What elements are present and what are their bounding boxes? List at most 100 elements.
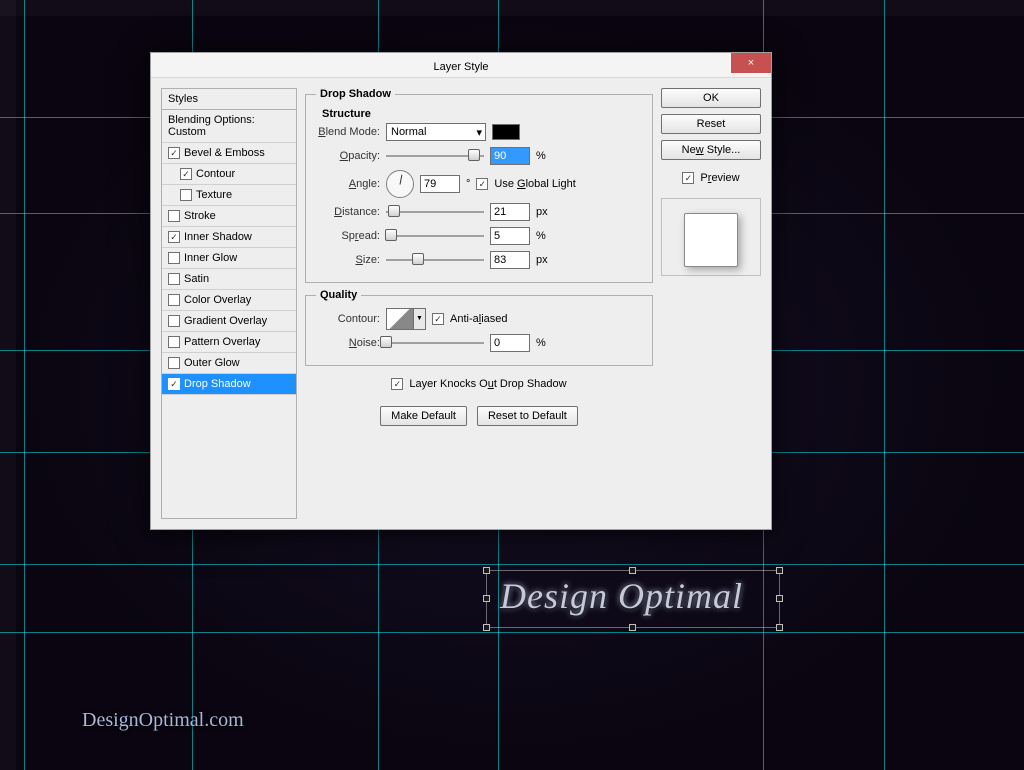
transform-handle[interactable] — [629, 624, 636, 631]
style-item-label: Pattern Overlay — [184, 336, 260, 348]
opacity-label: Opacity: — [316, 150, 380, 162]
new-style-button[interactable]: New Style... — [661, 140, 761, 160]
angle-input[interactable]: 79 — [420, 175, 460, 193]
distance-label: Distance: — [316, 206, 380, 218]
ok-button[interactable]: OK — [661, 88, 761, 108]
ruler-top — [0, 0, 1024, 16]
noise-label: Noise: — [316, 337, 380, 349]
noise-input[interactable]: 0 — [490, 334, 530, 352]
style-item-stroke[interactable]: Stroke — [162, 206, 296, 227]
guide-line[interactable] — [884, 0, 885, 770]
style-item-checkbox[interactable] — [168, 273, 180, 285]
shadow-color-swatch[interactable] — [492, 124, 520, 140]
preview-label: Preview — [700, 172, 739, 184]
guide-line[interactable] — [0, 632, 1024, 633]
preview-swatch — [684, 213, 738, 267]
angle-label: Angle: — [316, 178, 380, 190]
style-item-label: Bevel & Emboss — [184, 147, 265, 159]
chevron-down-icon: ▼ — [414, 308, 426, 330]
spread-input[interactable]: 5 — [490, 227, 530, 245]
style-item-checkbox[interactable] — [168, 357, 180, 369]
style-item-inner-shadow[interactable]: Inner Shadow — [162, 227, 296, 248]
layer-knocks-out-checkbox[interactable] — [391, 378, 403, 390]
guide-line[interactable] — [24, 0, 25, 770]
style-item-label: Color Overlay — [184, 294, 251, 306]
transform-bounds[interactable] — [486, 570, 780, 628]
style-item-label: Stroke — [184, 210, 216, 222]
style-item-inner-glow[interactable]: Inner Glow — [162, 248, 296, 269]
style-item-checkbox[interactable] — [168, 147, 180, 159]
style-item-checkbox[interactable] — [168, 294, 180, 306]
transform-handle[interactable] — [483, 624, 490, 631]
style-item-label: Texture — [196, 189, 232, 201]
close-icon: × — [748, 57, 754, 69]
style-item-pattern-overlay[interactable]: Pattern Overlay — [162, 332, 296, 353]
distance-input[interactable]: 21 — [490, 203, 530, 221]
style-item-checkbox[interactable] — [168, 210, 180, 222]
style-item-label: Contour — [196, 168, 235, 180]
transform-handle[interactable] — [483, 567, 490, 574]
style-item-checkbox[interactable] — [168, 336, 180, 348]
quality-legend: Quality — [316, 289, 361, 301]
size-unit: px — [536, 254, 548, 266]
style-item-label: Satin — [184, 273, 209, 285]
blend-mode-dropdown[interactable]: Normal — [386, 123, 486, 141]
close-button[interactable]: × — [731, 53, 771, 73]
style-item-label: Inner Shadow — [184, 231, 252, 243]
quality-group: Quality Contour: ▼ Anti-aliased Noise: 0… — [305, 289, 653, 366]
opacity-input[interactable]: 90 — [490, 147, 530, 165]
preview-checkbox[interactable] — [682, 172, 694, 184]
style-item-contour[interactable]: Contour — [162, 164, 296, 185]
layer-style-dialog: Layer Style × Styles Blending Options: C… — [150, 52, 772, 530]
blend-mode-label: Blend Mode: — [316, 126, 380, 138]
noise-unit: % — [536, 337, 546, 349]
reset-button[interactable]: Reset — [661, 114, 761, 134]
transform-handle[interactable] — [629, 567, 636, 574]
make-default-button[interactable]: Make Default — [380, 406, 467, 426]
style-item-checkbox[interactable] — [180, 168, 192, 180]
angle-dial[interactable] — [386, 170, 414, 198]
dialog-title: Layer Style — [433, 61, 488, 73]
size-label: Size: — [316, 254, 380, 266]
size-slider[interactable] — [386, 253, 484, 267]
style-item-bevel-emboss[interactable]: Bevel & Emboss — [162, 143, 296, 164]
layer-knocks-out-label: Layer Knocks Out Drop Shadow — [409, 378, 566, 390]
titlebar[interactable]: Layer Style × — [151, 53, 771, 78]
transform-handle[interactable] — [776, 624, 783, 631]
transform-handle[interactable] — [776, 567, 783, 574]
settings-panel: Drop Shadow Structure Blend Mode: Normal… — [305, 88, 653, 519]
contour-label: Contour: — [316, 313, 380, 325]
anti-aliased-label: Anti-aliased — [450, 313, 508, 325]
guide-line[interactable] — [0, 564, 1024, 565]
style-item-texture[interactable]: Texture — [162, 185, 296, 206]
style-item-color-overlay[interactable]: Color Overlay — [162, 290, 296, 311]
contour-picker[interactable]: ▼ — [386, 308, 426, 330]
style-item-label: Drop Shadow — [184, 378, 251, 390]
transform-handle[interactable] — [776, 595, 783, 602]
spread-slider[interactable] — [386, 229, 484, 243]
style-item-outer-glow[interactable]: Outer Glow — [162, 353, 296, 374]
distance-slider[interactable] — [386, 205, 484, 219]
style-item-checkbox[interactable] — [168, 252, 180, 264]
blending-options-item[interactable]: Blending Options: Custom — [162, 110, 296, 143]
size-input[interactable]: 83 — [490, 251, 530, 269]
style-item-label: Inner Glow — [184, 252, 237, 264]
style-item-satin[interactable]: Satin — [162, 269, 296, 290]
styles-header[interactable]: Styles — [162, 89, 296, 110]
noise-slider[interactable] — [386, 336, 484, 350]
style-item-checkbox[interactable] — [168, 231, 180, 243]
transform-handle[interactable] — [483, 595, 490, 602]
global-light-label: Use Global Light — [494, 178, 575, 190]
style-item-drop-shadow[interactable]: Drop Shadow — [162, 374, 296, 395]
opacity-slider[interactable] — [386, 149, 484, 163]
style-item-gradient-overlay[interactable]: Gradient Overlay — [162, 311, 296, 332]
style-item-checkbox[interactable] — [168, 378, 180, 390]
style-item-checkbox[interactable] — [180, 189, 192, 201]
style-item-label: Gradient Overlay — [184, 315, 267, 327]
anti-aliased-checkbox[interactable] — [432, 313, 444, 325]
styles-list-panel: Styles Blending Options: Custom Bevel & … — [161, 88, 297, 519]
global-light-checkbox[interactable] — [476, 178, 488, 190]
style-item-checkbox[interactable] — [168, 315, 180, 327]
action-buttons-panel: OK Reset New Style... Preview — [661, 88, 761, 519]
reset-to-default-button[interactable]: Reset to Default — [477, 406, 578, 426]
